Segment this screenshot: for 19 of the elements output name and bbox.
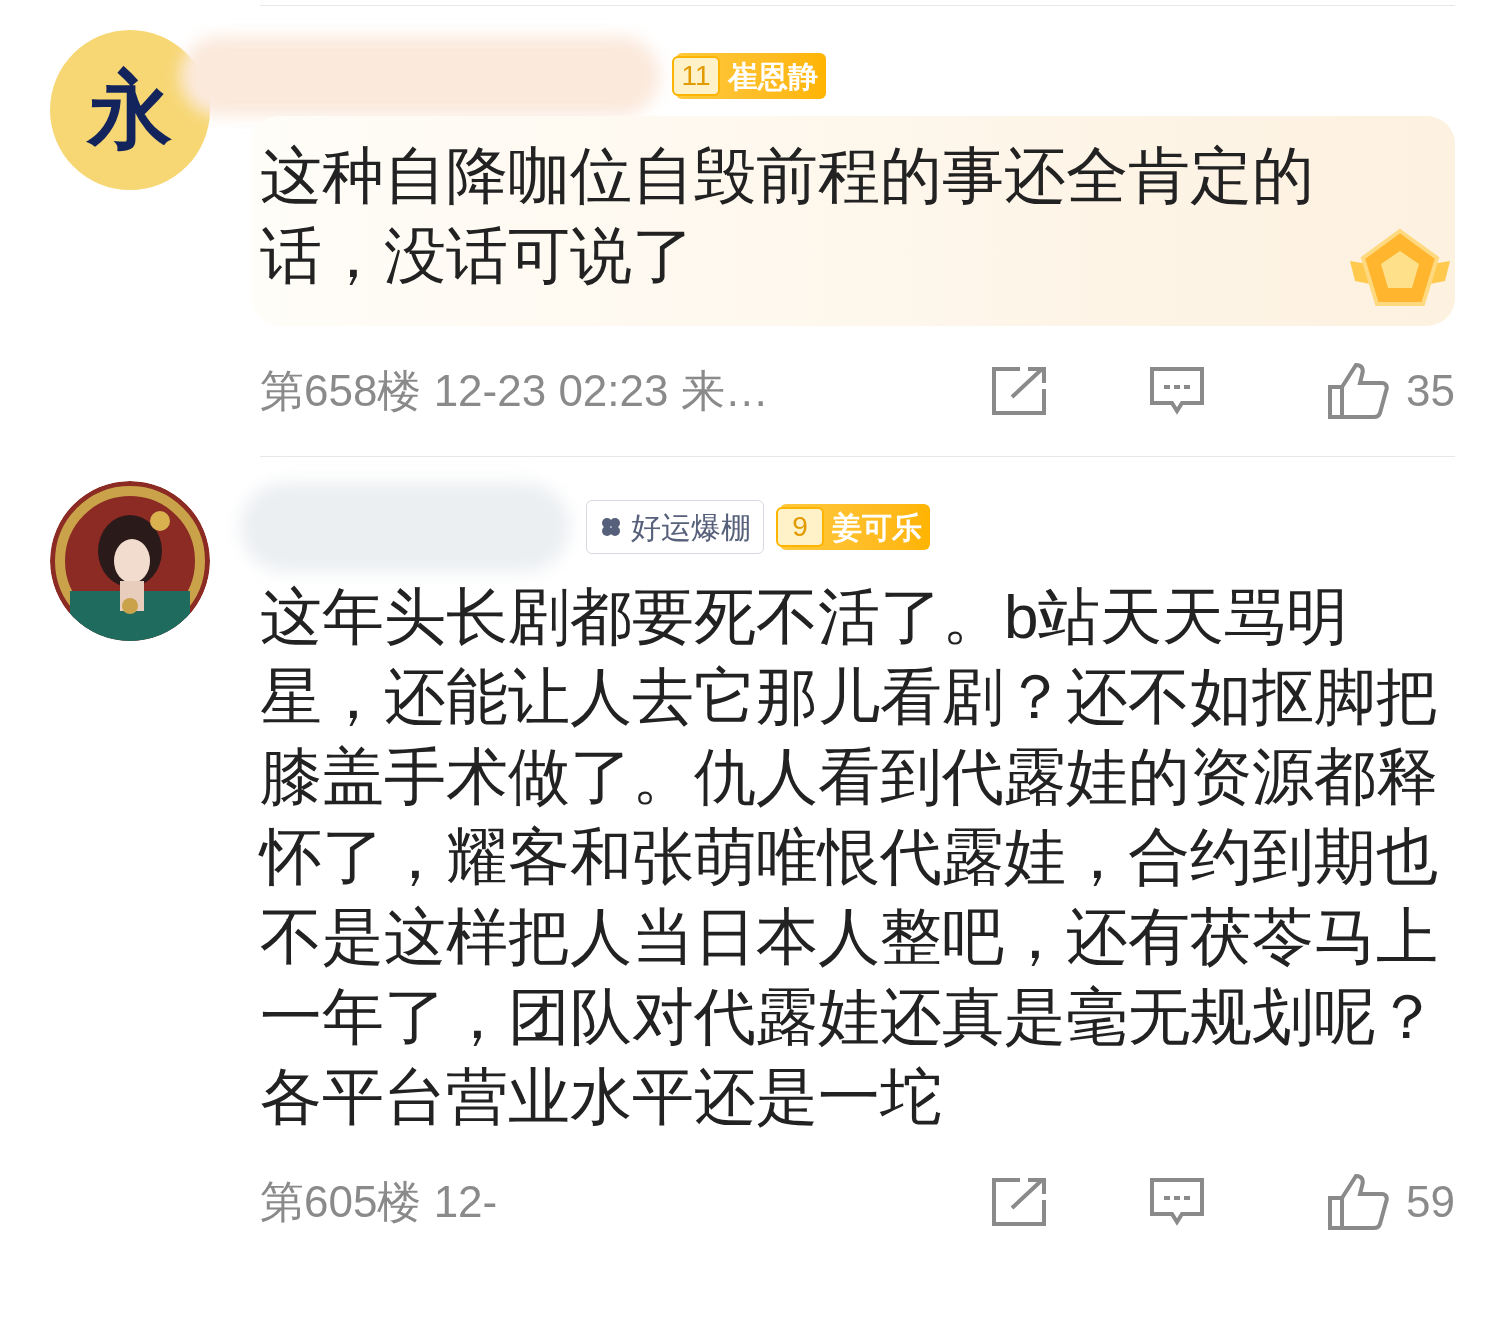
fan-name: 崔恩静 [728,58,818,95]
clover-icon [599,515,623,539]
comment-icon[interactable] [1148,1176,1206,1228]
like-icon[interactable] [1326,1172,1391,1232]
comment-text: 这年头长剧都要死不活了。b站天天骂明星，还能让人去它那儿看剧？还不如抠脚把膝盖手术做了。仇人看到代露娃的资源都释怀了，耀客和张萌唯恨代露娃，合约到期也不是这样把人当日本人整吧，还有茯苓马上一年了，团队对代露娃还真是毫无规划呢？各平台营业水平还是一坨 [260,581,1439,1133]
status-text: 好运爆棚 [631,509,751,546]
like-count: 35 [1406,365,1455,417]
level-badge: 11 [672,56,720,96]
comment-meta: 第658楼 12-23 02:23 来… [260,365,770,417]
comment-icon[interactable] [1148,365,1206,417]
level-badge: 9 [776,507,824,547]
like-icon[interactable] [1326,361,1391,421]
share-icon[interactable] [990,1176,1048,1228]
share-icon[interactable] [990,365,1048,417]
user-avatar[interactable]: 永 [50,30,210,190]
fan-name: 姜可乐 [832,509,922,546]
comment-meta: 第605楼 12- [260,1176,499,1228]
comment-text: 这种自降咖位自毁前程的事还全肯定的话，没话可说了 [260,140,1315,292]
like-count: 59 [1406,1176,1455,1228]
